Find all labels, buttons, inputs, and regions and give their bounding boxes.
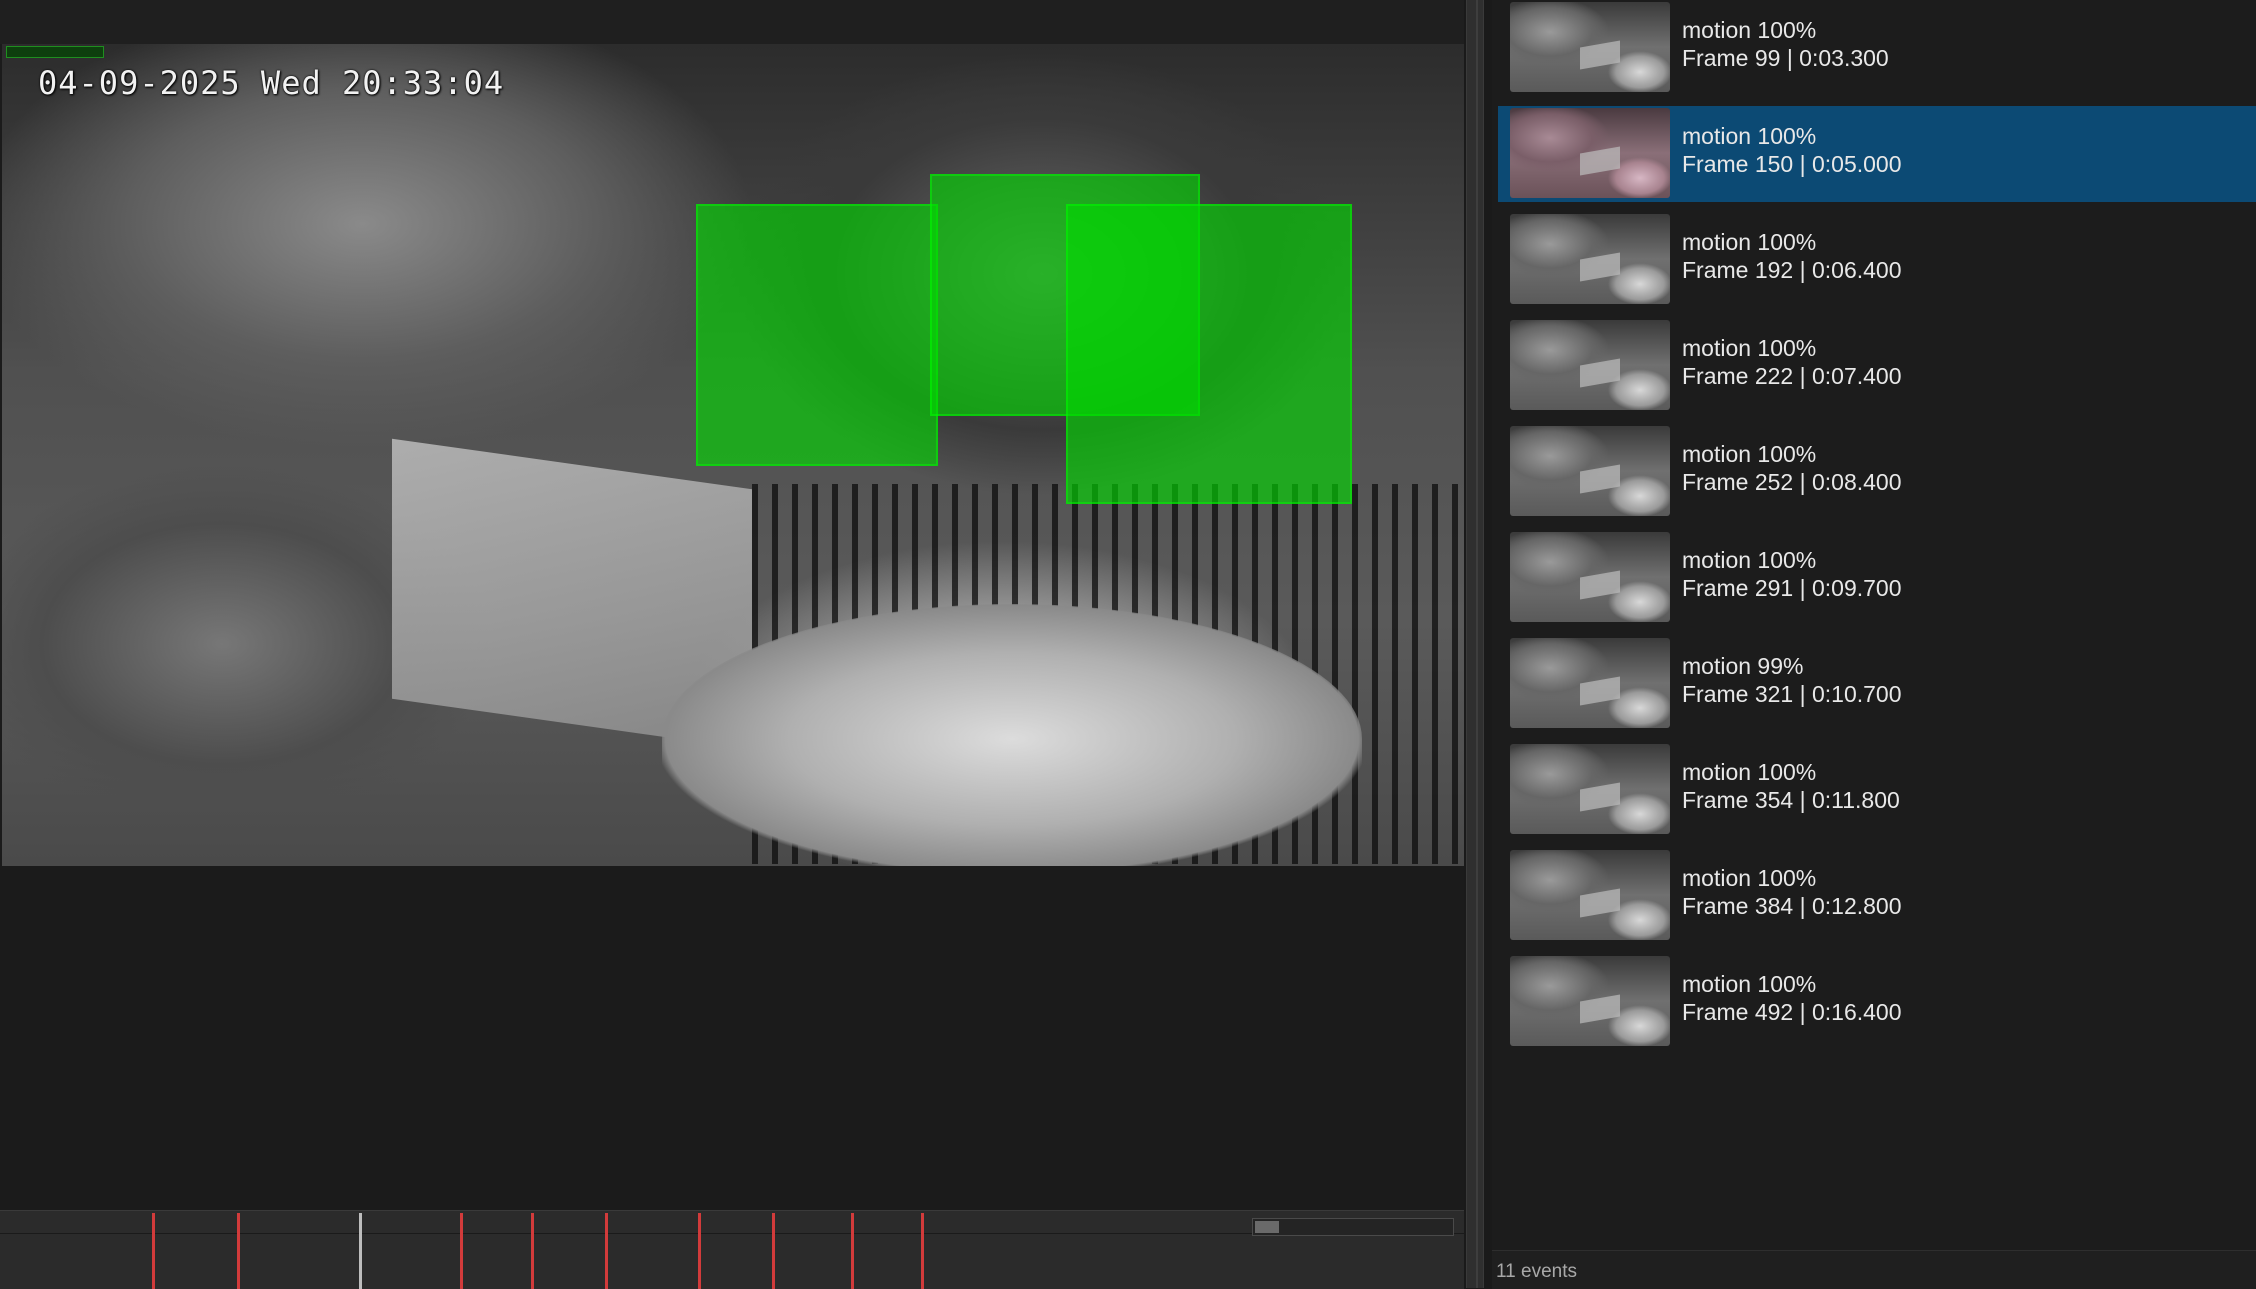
thumbnail-scene	[1580, 358, 1620, 388]
thumbnail-scene	[1580, 570, 1620, 600]
event-thumbnail	[1510, 108, 1670, 198]
timeline-event-marker[interactable]	[460, 1213, 463, 1289]
event-text: motion 100% Frame 291 | 0:09.700	[1682, 546, 1902, 602]
timeline-event-marker[interactable]	[851, 1213, 854, 1289]
video-empty-area	[0, 866, 1464, 1192]
thumbnail-scene	[1580, 252, 1620, 282]
video-frame[interactable]: 04-09-2025 Wed 20:33:04	[2, 44, 1464, 866]
timeline-event-marker[interactable]	[921, 1213, 924, 1289]
event-thumbnail	[1510, 744, 1670, 834]
event-list-item[interactable]: motion 99% Frame 321 | 0:10.700	[1498, 636, 2256, 732]
event-thumbnail	[1510, 850, 1670, 940]
detection-box	[1066, 204, 1352, 504]
thumbnail-scene	[1580, 146, 1620, 176]
event-list-item[interactable]: motion 100% Frame 492 | 0:16.400	[1498, 954, 2256, 1050]
event-count-label: 11 events	[1496, 1261, 1577, 1282]
timeline-event-marker[interactable]	[237, 1213, 240, 1289]
detection-box	[696, 204, 938, 466]
thumbnail-scene	[1580, 464, 1620, 494]
event-text: motion 100% Frame 492 | 0:16.400	[1682, 970, 1902, 1026]
timeline-event-marker[interactable]	[605, 1213, 608, 1289]
timeline-zoom-scrollbar[interactable]	[1252, 1218, 1454, 1236]
event-label: motion 100%	[1682, 123, 1817, 149]
event-list-item[interactable]: motion 100% Frame 99 | 0:03.300	[1498, 0, 2256, 96]
event-thumbnail	[1510, 638, 1670, 728]
event-thumbnail	[1510, 214, 1670, 304]
thumbnail-scene	[1580, 782, 1620, 812]
thumbnail-scene	[1580, 994, 1620, 1024]
event-frame-time: Frame 492 | 0:16.400	[1682, 999, 1902, 1025]
event-thumbnail	[1510, 956, 1670, 1046]
timeline-event-marker[interactable]	[698, 1213, 701, 1289]
timeline-playhead[interactable]	[359, 1213, 362, 1289]
event-label: motion 100%	[1682, 865, 1817, 891]
event-timeline[interactable]	[0, 1210, 1464, 1289]
scene-bush	[662, 604, 1362, 866]
thumbnail-scene	[1580, 676, 1620, 706]
video-top-strip	[0, 0, 1464, 44]
event-label: motion 100%	[1682, 971, 1817, 997]
event-label: motion 99%	[1682, 653, 1804, 679]
event-thumbnail	[1510, 320, 1670, 410]
event-label: motion 100%	[1682, 17, 1817, 43]
event-text: motion 100% Frame 384 | 0:12.800	[1682, 864, 1902, 920]
osd-status-indicator	[6, 46, 104, 58]
event-frame-time: Frame 99 | 0:03.300	[1682, 45, 1889, 71]
status-bar: 11 events	[1492, 1250, 2256, 1289]
event-text: motion 100% Frame 252 | 0:08.400	[1682, 440, 1902, 496]
event-label: motion 100%	[1682, 441, 1817, 467]
event-list[interactable]: motion 100% Frame 99 | 0:03.300 motion 100…	[1492, 0, 2256, 1250]
event-text: motion 100% Frame 192 | 0:06.400	[1682, 228, 1902, 284]
event-frame-time: Frame 192 | 0:06.400	[1682, 257, 1902, 283]
event-list-item[interactable]: motion 100% Frame 354 | 0:11.800	[1498, 742, 2256, 838]
thumbnail-scene	[1580, 40, 1620, 70]
pane-splitter[interactable]	[1466, 0, 1484, 1288]
event-list-item[interactable]: motion 100% Frame 291 | 0:09.700	[1498, 530, 2256, 626]
event-list-item[interactable]: motion 100% Frame 192 | 0:06.400	[1498, 212, 2256, 308]
event-frame-time: Frame 291 | 0:09.700	[1682, 575, 1902, 601]
event-list-item[interactable]: motion 100% Frame 222 | 0:07.400	[1498, 318, 2256, 414]
event-text: motion 100% Frame 222 | 0:07.400	[1682, 334, 1902, 390]
timeline-zoom-thumb[interactable]	[1255, 1221, 1279, 1233]
event-thumbnail	[1510, 2, 1670, 92]
timeline-event-marker[interactable]	[531, 1213, 534, 1289]
event-frame-time: Frame 222 | 0:07.400	[1682, 363, 1902, 389]
event-text: motion 100% Frame 354 | 0:11.800	[1682, 758, 1900, 814]
event-text: motion 99% Frame 321 | 0:10.700	[1682, 652, 1902, 708]
event-list-item[interactable]: motion 100% Frame 384 | 0:12.800	[1498, 848, 2256, 944]
thumbnail-scene	[1580, 888, 1620, 918]
splitter-line	[1476, 0, 1478, 1288]
timeline-event-marker[interactable]	[152, 1213, 155, 1289]
event-label: motion 100%	[1682, 547, 1817, 573]
event-label: motion 100%	[1682, 335, 1817, 361]
event-thumbnail	[1510, 532, 1670, 622]
events-panel: motion 100% Frame 99 | 0:03.300 motion 100…	[1492, 0, 2256, 1289]
event-list-item[interactable]: motion 100% Frame 252 | 0:08.400	[1498, 424, 2256, 520]
event-text: motion 100% Frame 150 | 0:05.000	[1682, 122, 1902, 178]
event-thumbnail	[1510, 426, 1670, 516]
event-frame-time: Frame 150 | 0:05.000	[1682, 151, 1902, 177]
osd-timestamp: 04-09-2025 Wed 20:33:04	[38, 64, 505, 102]
event-label: motion 100%	[1682, 759, 1817, 785]
timeline-track	[0, 1233, 1464, 1234]
event-list-item[interactable]: motion 100% Frame 150 | 0:05.000	[1498, 106, 2256, 202]
timeline-event-marker[interactable]	[772, 1213, 775, 1289]
video-pane: 04-09-2025 Wed 20:33:04	[0, 0, 1464, 1289]
event-frame-time: Frame 252 | 0:08.400	[1682, 469, 1902, 495]
event-frame-time: Frame 384 | 0:12.800	[1682, 893, 1902, 919]
event-label: motion 100%	[1682, 229, 1817, 255]
event-frame-time: Frame 321 | 0:10.700	[1682, 681, 1902, 707]
event-text: motion 100% Frame 99 | 0:03.300	[1682, 16, 1889, 72]
event-frame-time: Frame 354 | 0:11.800	[1682, 787, 1900, 813]
